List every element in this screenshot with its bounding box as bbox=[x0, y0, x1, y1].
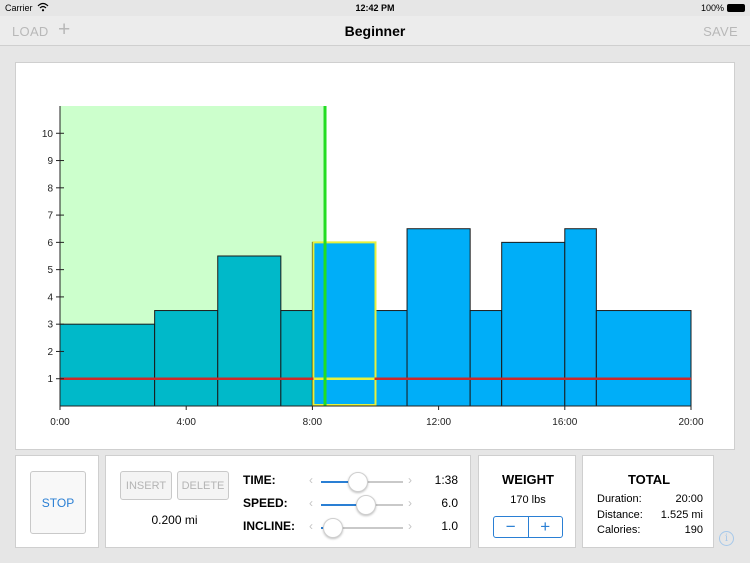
chart-bar-9[interactable] bbox=[501, 241, 566, 407]
y-tick-label: 5 bbox=[47, 265, 53, 276]
chart-bar-5[interactable] bbox=[311, 241, 376, 407]
y-tick-label: 1 bbox=[47, 374, 53, 385]
segment-distance: 0.200 mi bbox=[151, 513, 198, 527]
calories-value: 190 bbox=[684, 524, 703, 536]
weight-decrease-button[interactable]: − bbox=[494, 517, 528, 537]
y-tick-label: 10 bbox=[42, 129, 54, 140]
y-tick-label: 9 bbox=[47, 156, 53, 167]
workout-title: Beginner bbox=[344, 23, 406, 39]
x-tick-label: 16:00 bbox=[552, 417, 577, 428]
x-tick-label: 8:00 bbox=[303, 417, 323, 428]
workout-chart[interactable]: 1 2 3 4 5 6 7 8 9 10 0:00 4:00 8:00 12:00 16:00 20:00 bbox=[16, 63, 734, 449]
time-slider[interactable] bbox=[321, 472, 403, 492]
battery-percent: 100% bbox=[700, 3, 724, 13]
y-tick-label: 7 bbox=[47, 211, 53, 222]
y-tick-label: 8 bbox=[47, 183, 53, 194]
duration-value: 20:00 bbox=[675, 493, 703, 505]
speed-slider[interactable] bbox=[321, 495, 403, 515]
stop-button[interactable]: STOP bbox=[30, 471, 86, 534]
speed-value: 6.0 bbox=[441, 496, 458, 510]
weight-panel: WEIGHT 170 lbs − + bbox=[478, 455, 576, 548]
weight-stepper[interactable]: − + bbox=[493, 516, 563, 538]
chart-bar-2[interactable] bbox=[154, 310, 219, 407]
save-button[interactable]: SAVE bbox=[703, 24, 738, 39]
navigation-bar: LOAD + Beginner SAVE bbox=[0, 16, 750, 46]
chart-bar-6[interactable] bbox=[375, 310, 408, 407]
slider-thumb[interactable] bbox=[347, 472, 368, 492]
status-bar: Carrier 12:42 PM 100% bbox=[0, 0, 750, 16]
info-icon[interactable]: i bbox=[719, 531, 734, 546]
time-label: TIME: bbox=[243, 473, 276, 487]
y-tick-label: 4 bbox=[47, 292, 53, 303]
x-tick-label: 20:00 bbox=[678, 417, 703, 428]
incline-decrease-icon[interactable]: ‹ bbox=[309, 519, 313, 533]
chart-bar-11[interactable] bbox=[595, 310, 692, 407]
y-tick-label: 6 bbox=[47, 238, 53, 249]
workout-chart-panel[interactable]: 1 2 3 4 5 6 7 8 9 10 0:00 4:00 8:00 12:00 16:00 20:00 bbox=[15, 62, 735, 450]
slider-thumb[interactable] bbox=[323, 518, 344, 538]
duration-label: Duration: bbox=[597, 493, 642, 505]
total-title: TOTAL bbox=[627, 472, 671, 487]
speed-decrease-icon[interactable]: ‹ bbox=[309, 496, 313, 510]
weight-value: 170 lbs bbox=[510, 494, 546, 506]
total-panel: TOTAL Duration: 20:00 Distance: 1.525 mi… bbox=[582, 455, 714, 548]
calories-label: Calories: bbox=[597, 524, 641, 536]
y-tick-label: 3 bbox=[47, 320, 53, 331]
weight-increase-button[interactable]: + bbox=[527, 517, 563, 537]
weight-title: WEIGHT bbox=[502, 472, 554, 487]
segment-controls-panel: INSERT DELETE 0.200 mi TIME: ‹ › 1:38 SP… bbox=[105, 455, 471, 548]
chart-bar-1[interactable] bbox=[59, 323, 156, 407]
battery-icon bbox=[727, 4, 745, 12]
speed-label: SPEED: bbox=[243, 496, 288, 510]
x-tick-label: 4:00 bbox=[176, 417, 196, 428]
insert-button[interactable]: INSERT bbox=[120, 471, 172, 500]
x-tick-label: 12:00 bbox=[426, 417, 451, 428]
y-tick-label: 2 bbox=[47, 347, 53, 358]
incline-label: INCLINE: bbox=[243, 519, 295, 533]
incline-increase-icon[interactable]: › bbox=[408, 519, 412, 533]
time-increase-icon[interactable]: › bbox=[408, 473, 412, 487]
distance-value: 1.525 mi bbox=[660, 509, 703, 521]
chart-bar-3[interactable] bbox=[217, 255, 282, 407]
stop-panel: STOP bbox=[15, 455, 99, 548]
speed-increase-icon[interactable]: › bbox=[408, 496, 412, 510]
slider-thumb[interactable] bbox=[356, 495, 377, 515]
chart-bar-4[interactable] bbox=[280, 310, 313, 407]
x-tick-label: 0:00 bbox=[50, 417, 70, 428]
time-decrease-icon[interactable]: ‹ bbox=[309, 473, 313, 487]
status-time: 12:42 PM bbox=[355, 3, 395, 13]
time-value: 1:38 bbox=[434, 473, 458, 487]
distance-label: Distance: bbox=[597, 509, 643, 521]
incline-slider[interactable] bbox=[321, 518, 403, 538]
delete-button[interactable]: DELETE bbox=[177, 471, 229, 500]
chart-bar-8[interactable] bbox=[469, 310, 503, 407]
incline-value: 1.0 bbox=[441, 519, 458, 533]
